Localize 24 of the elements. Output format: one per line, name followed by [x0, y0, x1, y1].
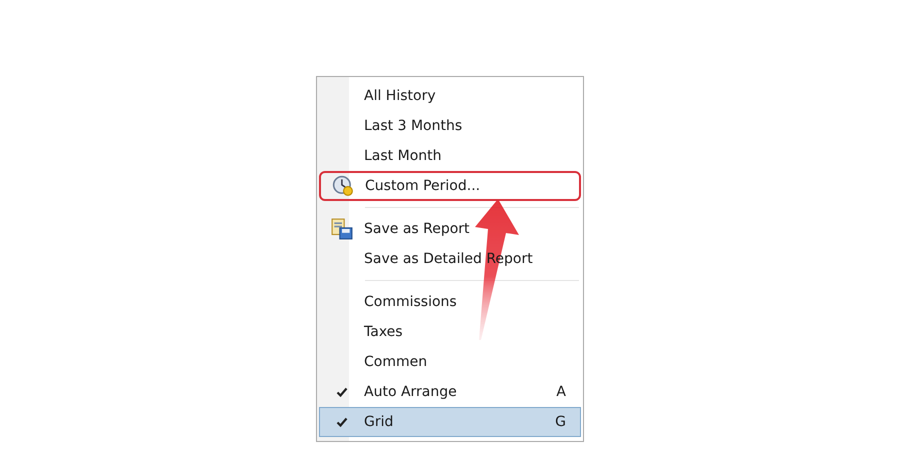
menu-item-label: Commen — [364, 354, 428, 370]
menu-item[interactable]: Taxes — [319, 317, 581, 347]
menu-item[interactable]: Last Month — [319, 141, 581, 171]
menu-item-label: Commissions — [364, 294, 458, 310]
menu-item[interactable]: Auto Arrange A — [319, 377, 581, 407]
menu-item[interactable]: Commen — [319, 347, 581, 377]
menu-item-label: Last 3 Months — [364, 118, 464, 134]
menu-item[interactable]: Commissions — [319, 287, 581, 317]
menu-item-label: Taxes — [364, 324, 404, 340]
menu-item[interactable]: Last 3 Months — [319, 111, 581, 141]
menu-item[interactable]: Save as Report — [319, 214, 581, 244]
report-save-icon — [331, 218, 353, 240]
shortcut-key: G — [555, 414, 566, 430]
menu-item[interactable]: Custom Period... — [319, 171, 581, 201]
menu-item[interactable]: All History — [319, 81, 581, 111]
menu-item-label: Grid — [364, 414, 394, 430]
menu-item-label: Custom Period... — [365, 178, 482, 194]
menu-item-label: Auto Arrange — [364, 384, 458, 400]
clock-icon — [332, 175, 354, 197]
menu-item-label: All History — [364, 88, 437, 104]
menu-item-label: Save as Report — [364, 221, 471, 237]
shortcut-key: A — [556, 384, 566, 400]
menu-item-label: Last Month — [364, 148, 442, 164]
menu-item[interactable]: Grid G — [319, 407, 581, 437]
